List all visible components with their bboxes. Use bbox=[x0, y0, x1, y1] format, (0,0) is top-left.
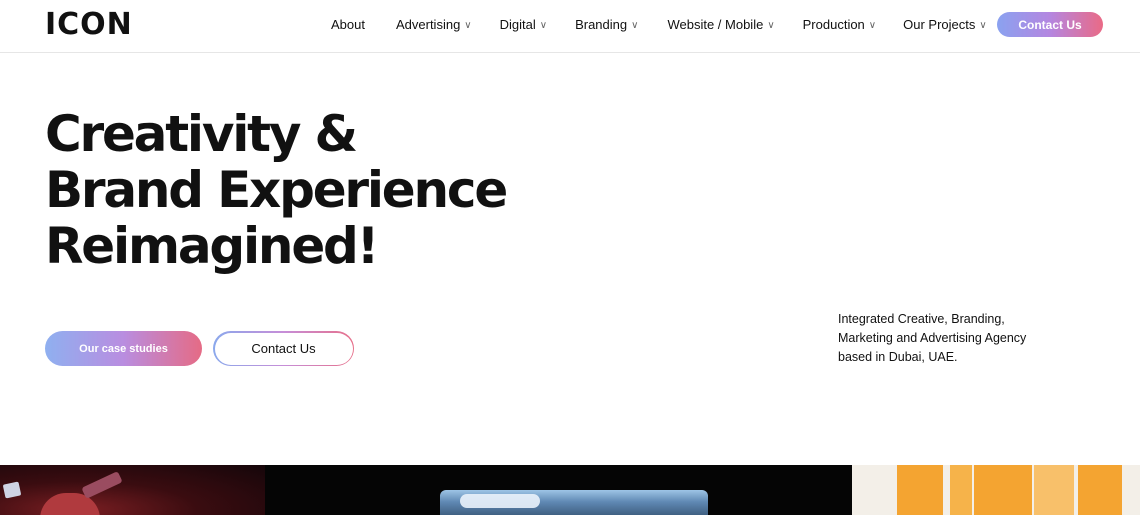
package-shape bbox=[897, 465, 943, 515]
chevron-down-icon: ∨ bbox=[631, 19, 639, 31]
cloud-shape bbox=[460, 494, 540, 508]
nav-item-branding[interactable]: Branding ∨ bbox=[575, 17, 638, 32]
chevron-down-icon: ∨ bbox=[464, 19, 472, 31]
tagline-line: based in Dubai, UAE. bbox=[838, 350, 958, 364]
sky-photo bbox=[440, 490, 708, 515]
nav-item-label: Production bbox=[802, 16, 865, 32]
tagline-line: Marketing and Advertising Agency bbox=[838, 331, 1027, 345]
tagline-line: Integrated Creative, Branding, bbox=[838, 312, 1005, 326]
nav-item-website-mobile[interactable]: Website / Mobile ∨ bbox=[667, 17, 774, 32]
hero-tagline: Integrated Creative, Branding, Marketing… bbox=[838, 310, 1058, 367]
stage-beam-shape bbox=[81, 471, 123, 499]
package-shape bbox=[950, 465, 972, 515]
main-nav: About Advertising ∨ Digital ∨ Branding ∨… bbox=[331, 14, 987, 34]
package-shape bbox=[974, 465, 1032, 515]
nav-item-label: Our Projects bbox=[903, 16, 976, 32]
nav-item-production[interactable]: Production ∨ bbox=[803, 17, 876, 32]
hero-title-line: Brand Experience bbox=[45, 161, 508, 219]
nav-item-label: Digital bbox=[499, 16, 536, 32]
header-contact-button[interactable]: Contact Us bbox=[997, 12, 1103, 37]
showcase-strip bbox=[0, 465, 1140, 515]
nav-item-advertising[interactable]: Advertising ∨ bbox=[396, 17, 472, 32]
nav-item-label: About bbox=[331, 16, 365, 32]
nav-item-about[interactable]: About bbox=[331, 17, 365, 32]
hero-contact-button[interactable]: Contact Us bbox=[213, 331, 354, 366]
nav-item-digital[interactable]: Digital ∨ bbox=[500, 17, 547, 32]
hero-title-line: Reimagined! bbox=[45, 217, 379, 275]
showcase-image-event-stage[interactable] bbox=[0, 465, 265, 515]
hero-title-line: Creativity & bbox=[45, 105, 358, 163]
chevron-down-icon: ∨ bbox=[979, 19, 987, 31]
nav-item-label: Website / Mobile bbox=[667, 16, 764, 32]
package-shape bbox=[1078, 465, 1122, 515]
hero-contact-label: Contact Us bbox=[214, 332, 353, 365]
nav-item-our-projects[interactable]: Our Projects ∨ bbox=[903, 17, 987, 32]
package-shape bbox=[1034, 465, 1074, 515]
chevron-down-icon: ∨ bbox=[539, 19, 548, 31]
stage-light-shape bbox=[2, 481, 22, 499]
site-header: ICON About Advertising ∨ Digital ∨ Brand… bbox=[0, 0, 1140, 53]
case-studies-button[interactable]: Our case studies bbox=[45, 331, 202, 366]
showcase-image-packaging[interactable] bbox=[852, 465, 1140, 515]
nav-item-label: Advertising bbox=[395, 16, 461, 32]
showcase-image-sky-photo[interactable] bbox=[265, 465, 852, 515]
chevron-down-icon: ∨ bbox=[868, 19, 877, 31]
nav-item-label: Branding bbox=[575, 16, 628, 32]
chevron-down-icon: ∨ bbox=[767, 19, 775, 31]
site-logo[interactable]: ICON bbox=[45, 8, 133, 42]
hero-title: Creativity & Brand Experience Reimagined… bbox=[45, 105, 508, 275]
